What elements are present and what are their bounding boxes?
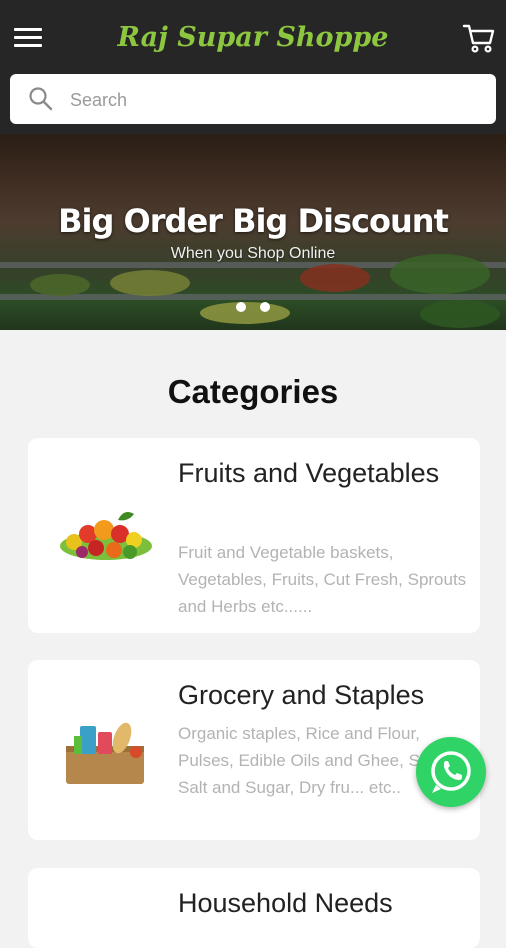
category-card-household-needs[interactable]: Household Needs [28, 868, 480, 948]
category-card-grocery-staples[interactable]: Grocery and Staples Organic staples, Ric… [28, 660, 480, 840]
banner-subtext: When you Shop Online [170, 245, 336, 262]
carousel-dot-1[interactable] [236, 302, 246, 312]
banner-headline: Big Order Big Discount [58, 202, 449, 240]
whatsapp-chat-button[interactable] [416, 737, 486, 807]
app-title: Raj Supar Shoppe [117, 22, 389, 53]
category-name: Grocery and Staples [178, 680, 425, 710]
carousel-dot-2[interactable] [260, 302, 270, 312]
whatsapp-icon [431, 751, 471, 793]
grocery-bag-image [56, 712, 156, 792]
categories-heading: Categories [167, 373, 339, 410]
category-name: Fruits and Vegetables [178, 458, 440, 488]
search-bar [10, 74, 496, 124]
promo-banner-carousel[interactable]: Big Order Big Discount When you Shop Onl… [0, 134, 506, 330]
top-app-bar: Raj Supar Shoppe [0, 0, 506, 134]
category-card-fruits-vegetables[interactable]: Fruits and Vegetables Fruit and Vegetabl… [28, 438, 480, 633]
category-name: Household Needs [178, 888, 393, 918]
fruits-vegetables-image [56, 500, 156, 580]
search-input[interactable] [68, 82, 482, 118]
search-icon[interactable] [28, 86, 54, 112]
category-description: Fruit and Vegetable baskets, Vegetables,… [178, 543, 467, 616]
shopping-cart-icon[interactable] [462, 22, 496, 54]
carousel-indicator [236, 299, 284, 312]
